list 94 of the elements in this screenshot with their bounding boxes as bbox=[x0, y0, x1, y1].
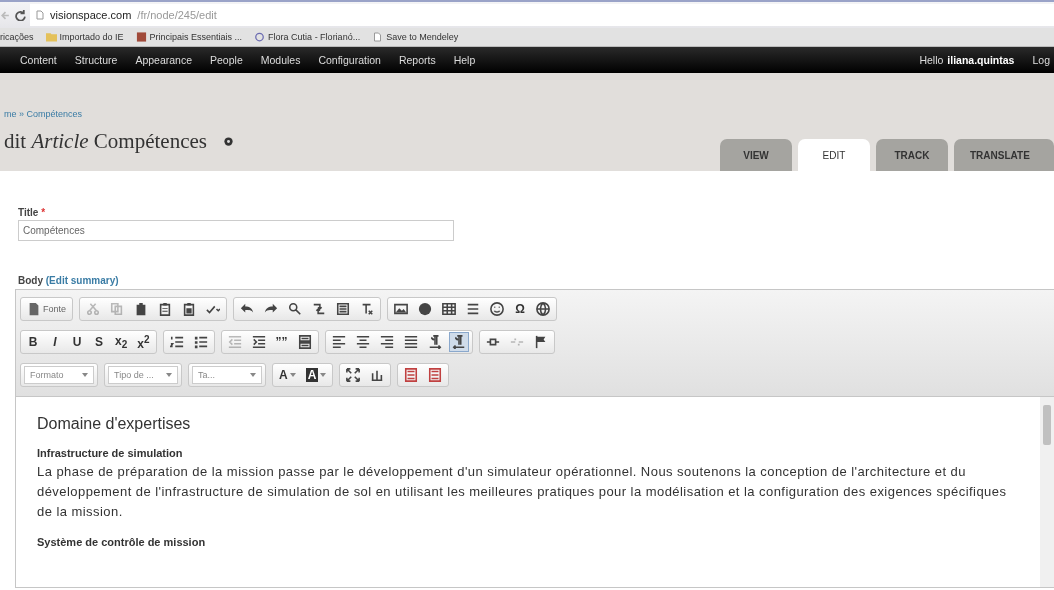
toolbar-button[interactable]: ”” bbox=[272, 332, 291, 352]
page-title: dit Article Compétences bbox=[4, 129, 207, 154]
admin-menu-item[interactable]: Structure bbox=[74, 54, 118, 66]
image-icon bbox=[394, 302, 408, 316]
text-direction-icon bbox=[427, 335, 442, 349]
content-heading: Domaine d'expertises bbox=[37, 415, 192, 433]
toolbar-button[interactable] bbox=[448, 332, 469, 352]
caret-icon bbox=[82, 373, 88, 377]
caret-icon bbox=[250, 373, 256, 377]
toolbar-button[interactable]: U bbox=[68, 332, 86, 352]
tab[interactable]: EDIT bbox=[798, 139, 870, 171]
admin-menu-item[interactable]: People bbox=[210, 54, 243, 66]
bookmark-item[interactable]: ricações bbox=[0, 32, 34, 42]
numbered-list-icon bbox=[169, 335, 184, 349]
indent-icon bbox=[251, 335, 266, 349]
page-icon bbox=[372, 32, 384, 42]
div-container-icon bbox=[297, 335, 312, 349]
select-all-icon bbox=[336, 302, 350, 316]
clipboard-icon bbox=[134, 302, 148, 316]
caret-icon bbox=[166, 373, 172, 377]
toolbar-button[interactable] bbox=[533, 299, 553, 319]
scissors-icon bbox=[86, 302, 100, 316]
bookmark-item[interactable]: Flora Cutia - Florianó... bbox=[254, 32, 361, 42]
url-field[interactable]: visionspace.com /fr/node/245/edit bbox=[30, 4, 1054, 26]
scrollbar-thumb[interactable] bbox=[1043, 405, 1051, 445]
admin-menu-item[interactable]: Help bbox=[453, 54, 476, 66]
required-mark: * bbox=[41, 207, 46, 218]
toolbar-button[interactable]: Ω bbox=[511, 299, 529, 319]
toolbar-button[interactable]: x$_{2}$ bbox=[112, 332, 131, 352]
text-direction-icon bbox=[451, 335, 466, 349]
toolbar-button[interactable]: A bbox=[302, 365, 330, 385]
admin-menu-item[interactable]: Content bbox=[20, 54, 57, 66]
title-input[interactable]: Compétences bbox=[18, 220, 454, 241]
dropdown[interactable]: Tipo de ... bbox=[108, 366, 178, 384]
document-icon bbox=[27, 302, 41, 316]
user-greeting: Hello bbox=[919, 54, 944, 66]
globe-icon bbox=[536, 302, 550, 316]
reload-icon[interactable] bbox=[15, 9, 26, 21]
toolbar-button[interactable]: A bbox=[276, 365, 299, 385]
remove-format-icon bbox=[360, 302, 374, 316]
smiley-icon bbox=[490, 302, 504, 316]
page-icon bbox=[36, 10, 44, 20]
scrollbar[interactable] bbox=[1040, 397, 1054, 587]
bookmark-favicon-icon bbox=[135, 32, 147, 42]
tab[interactable]: TRACK bbox=[876, 139, 948, 171]
tab[interactable]: TRANSLATE bbox=[954, 139, 1054, 171]
template-icon bbox=[428, 368, 443, 382]
field-label: Body bbox=[18, 275, 43, 286]
section-heading: Infrastructure de simulation bbox=[37, 447, 184, 459]
toolbar-button[interactable]: Fonte bbox=[24, 299, 69, 319]
section-heading: Système de contrôle de mission bbox=[37, 536, 207, 548]
align-left-icon bbox=[331, 335, 346, 349]
dropdown[interactable]: Ta... bbox=[192, 366, 262, 384]
admin-menu-item[interactable]: Configuration bbox=[318, 54, 381, 66]
maximize-icon bbox=[346, 368, 361, 382]
clipboard-icon bbox=[158, 302, 172, 316]
bookmark-item[interactable]: Save to Mendeley bbox=[372, 32, 459, 42]
admin-menu-item[interactable]: Reports bbox=[398, 54, 436, 66]
breadcrumb-link[interactable]: me » Compétences bbox=[4, 109, 234, 119]
template-icon bbox=[404, 368, 419, 382]
clipboard-icon bbox=[182, 302, 196, 316]
bullet-list-icon bbox=[193, 335, 208, 349]
editor-content-area[interactable] bbox=[16, 396, 1054, 587]
toolbar-button[interactable]: S bbox=[90, 332, 108, 352]
admin-menu-item[interactable]: Appearance bbox=[135, 54, 193, 66]
dropdown[interactable]: Formato bbox=[24, 366, 94, 384]
caret-icon bbox=[289, 373, 296, 377]
search-icon bbox=[288, 302, 302, 316]
table-icon bbox=[442, 302, 456, 316]
edit-summary-link[interactable]: (Edit summary) bbox=[45, 275, 119, 286]
caret-icon bbox=[320, 373, 327, 377]
toolbar-button[interactable] bbox=[487, 299, 507, 319]
copy-icon bbox=[110, 302, 124, 316]
section-paragraph: La phase de préparation de la mission passe par le développement d'un simulateur opérationnel. Nous soutenons la conception de l'architecture et du développement de l'infrastructure de simulation de sol en utilisant les meilleures pratiques pour la modélisation et la configuration des exigences spécifiques de la mission. bbox=[37, 463, 1008, 521]
gear-icon[interactable] bbox=[222, 136, 234, 147]
justify-icon bbox=[403, 335, 418, 349]
toolbar-button[interactable]: x$^{2}$ bbox=[134, 332, 153, 352]
toolbar-button[interactable]: I bbox=[46, 332, 64, 352]
globe-icon bbox=[254, 32, 266, 42]
align-right-icon bbox=[379, 335, 394, 349]
outdent-icon bbox=[227, 335, 242, 349]
horizontal-rule-icon bbox=[466, 302, 480, 316]
folder-icon bbox=[45, 32, 57, 42]
tab[interactable]: VIEW bbox=[720, 139, 792, 171]
field-label: Title bbox=[18, 207, 39, 218]
logout-link[interactable]: Log bbox=[1032, 54, 1054, 66]
flag-icon bbox=[533, 335, 548, 349]
bookmark-item[interactable]: Principais Essentiais ... bbox=[135, 32, 243, 42]
user-name-link[interactable]: iliana.quintas bbox=[947, 54, 1015, 66]
toolbar-button[interactable]: B bbox=[24, 332, 42, 352]
bookmark-item[interactable]: Importado do IE bbox=[45, 32, 124, 42]
admin-menu-item[interactable]: Modules bbox=[260, 54, 301, 66]
align-center-icon bbox=[355, 335, 370, 349]
show-blocks-icon bbox=[370, 368, 385, 382]
